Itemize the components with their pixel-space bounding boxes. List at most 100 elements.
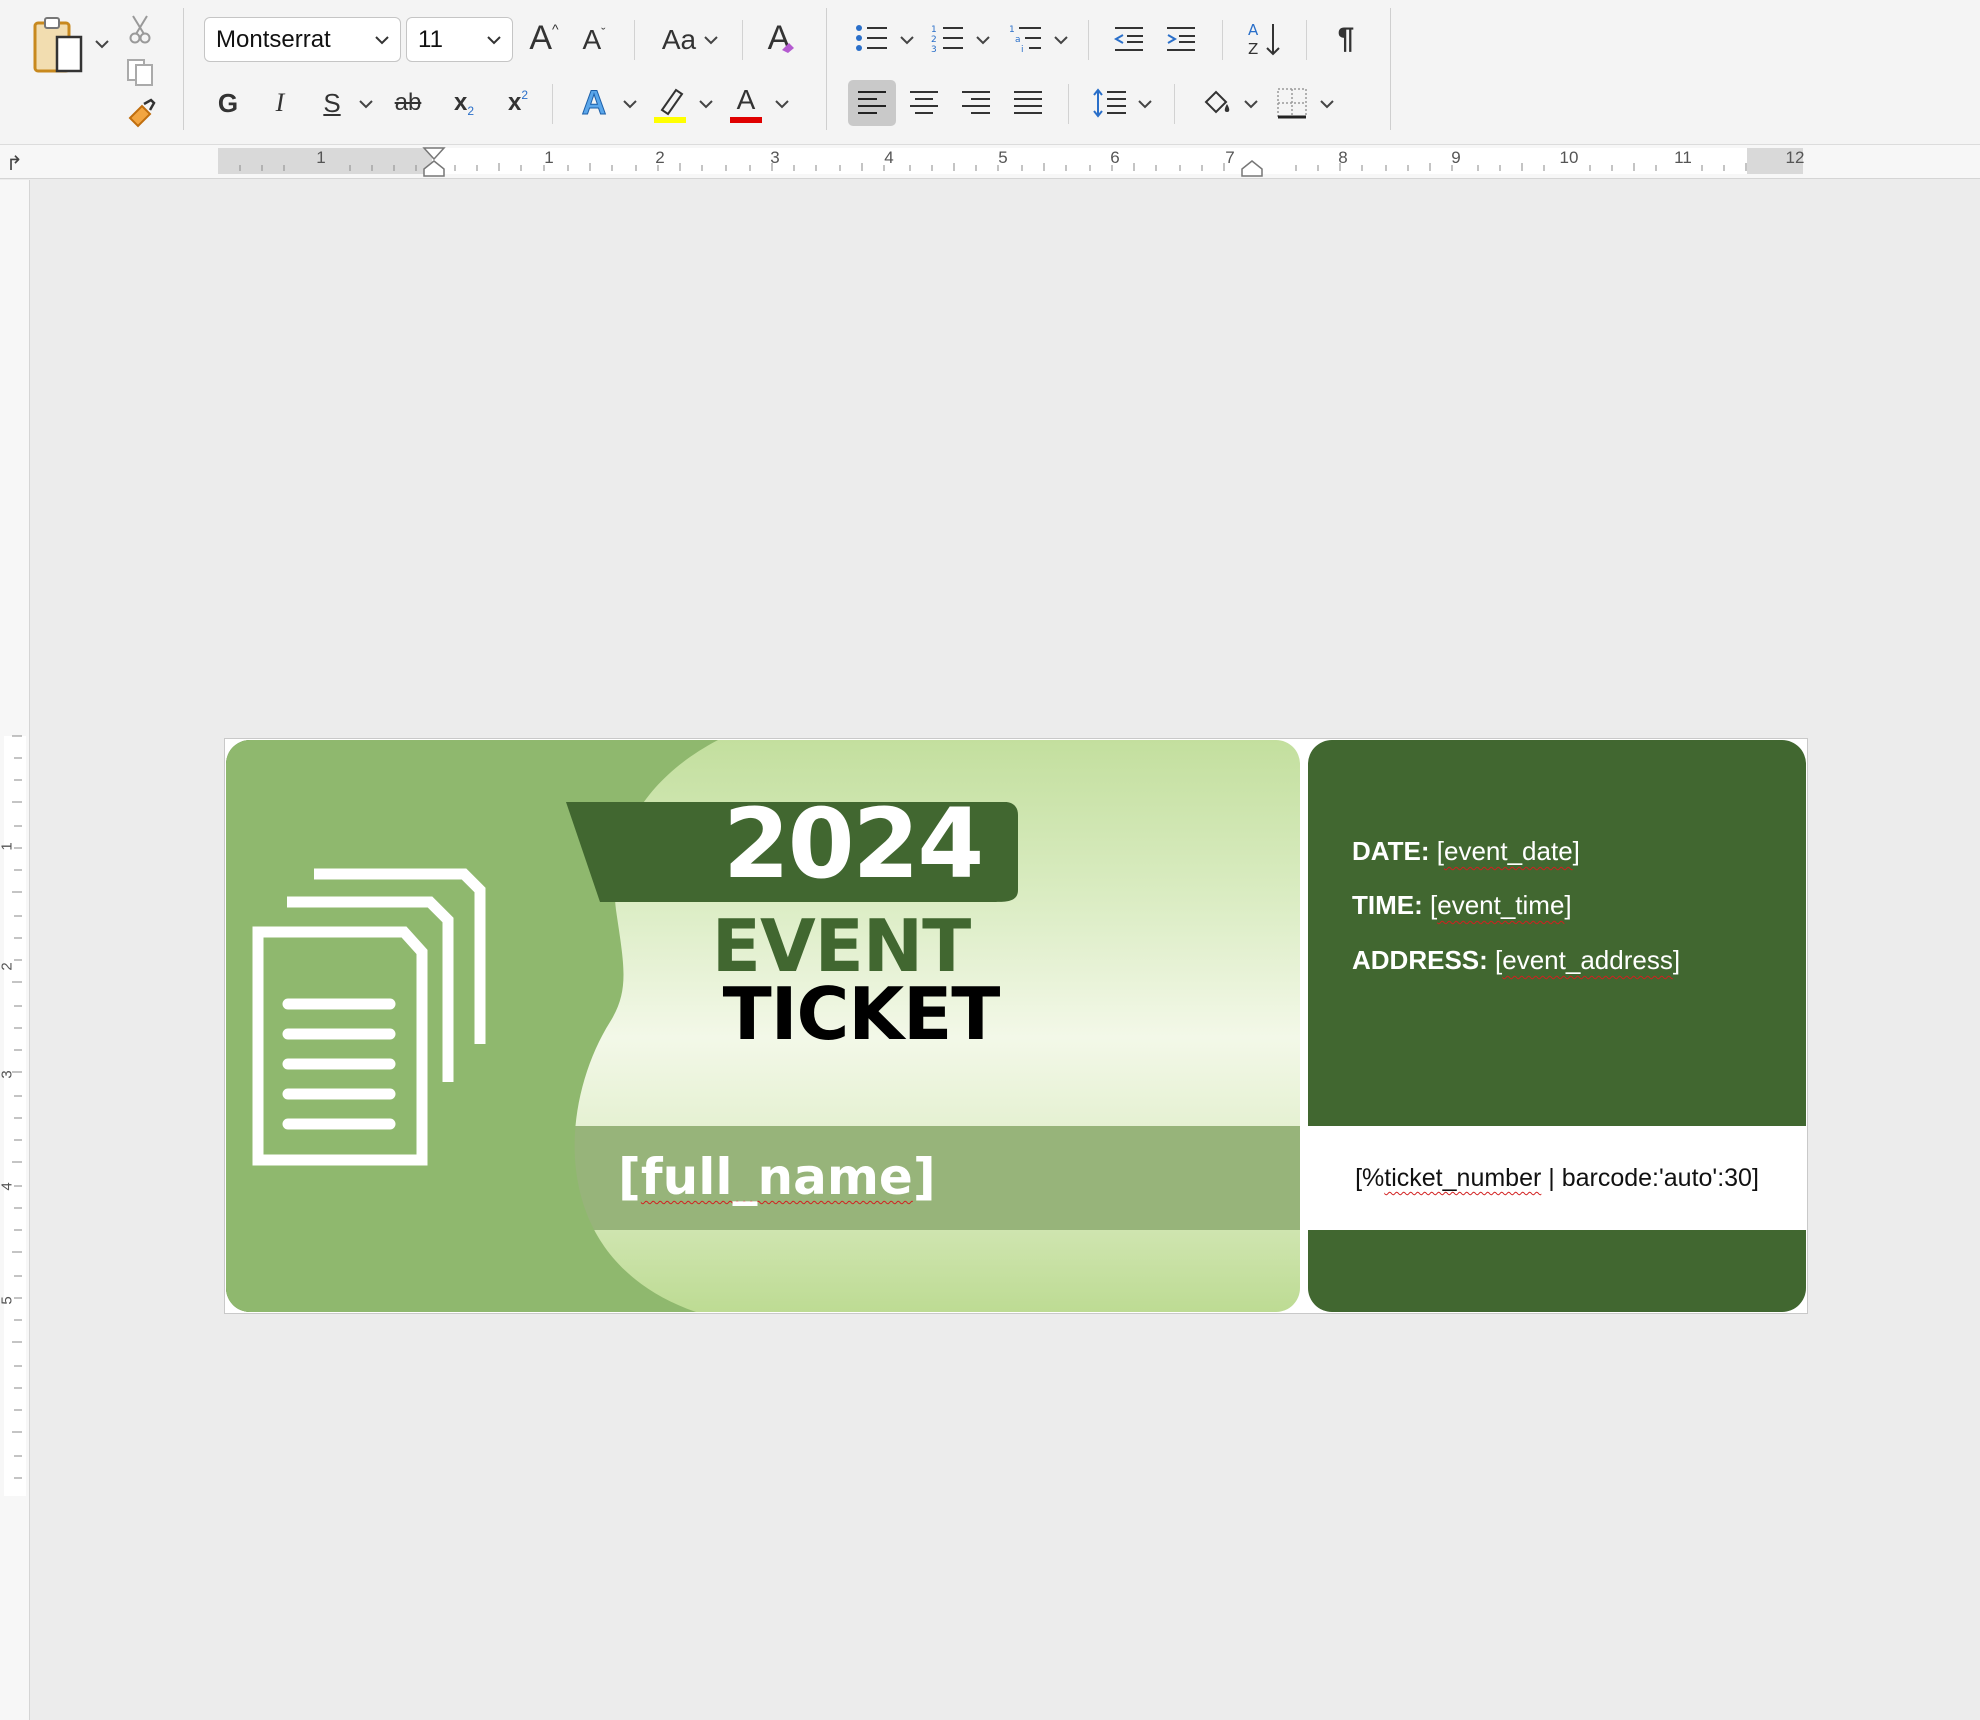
grow-font-icon: A	[529, 19, 553, 57]
clear-formatting-button[interactable]: A	[762, 16, 802, 60]
date-open: [	[1436, 836, 1444, 866]
bold-button[interactable]: G	[212, 84, 244, 122]
justify-button[interactable]	[1008, 80, 1048, 126]
shrink-font-button[interactable]: A ˇ	[576, 20, 612, 60]
align-left-icon	[858, 91, 886, 114]
superscript-button[interactable]: x 2	[500, 84, 536, 122]
sort-button[interactable]: A Z	[1244, 18, 1284, 60]
scissors-icon	[129, 15, 151, 44]
align-right-icon	[962, 91, 990, 114]
vertical-ruler[interactable]: 1 2 3 4 5	[0, 180, 30, 1720]
decrease-indent-icon	[1113, 27, 1143, 51]
chevron-down-icon	[1138, 99, 1152, 108]
bullets-chevron[interactable]	[898, 32, 916, 48]
date-close: ]	[1572, 836, 1580, 866]
vruler-number: 5	[0, 1296, 16, 1305]
chevron-down-icon	[1244, 99, 1258, 108]
multilevel-chevron[interactable]	[1052, 32, 1070, 48]
increase-indent-button[interactable]	[1162, 20, 1200, 58]
underline-options-chevron[interactable]	[356, 96, 376, 112]
italic-button[interactable]: I	[264, 84, 296, 122]
event-date-field: event_date	[1443, 836, 1573, 866]
align-right-button[interactable]	[956, 80, 996, 126]
font-size-select[interactable]: 11	[406, 17, 513, 62]
text-effects-chevron[interactable]	[620, 96, 640, 112]
text-effects-button[interactable]: A	[574, 82, 614, 124]
align-center-button[interactable]	[904, 80, 944, 126]
ruler-number: 10	[1559, 148, 1579, 167]
borders-chevron[interactable]	[1318, 96, 1336, 112]
line-spacing-icon	[1093, 88, 1126, 118]
event-ticket[interactable]: 2024 EVENT TICKET [full_name] DATE: [eve…	[224, 738, 1808, 1314]
numbered-list-icon: 1 2 3	[931, 25, 963, 53]
superscript-mark: 2	[521, 88, 529, 102]
subscript-label: x	[453, 89, 468, 116]
time-close: ]	[1564, 890, 1572, 920]
event-time-line[interactable]: TIME: [event_time]	[1352, 890, 1572, 921]
event-time-field: event_time	[1437, 890, 1565, 920]
format-painter-button[interactable]	[122, 96, 158, 130]
decrease-indent-button[interactable]	[1110, 20, 1148, 58]
justify-icon	[1014, 91, 1042, 114]
multilevel-list-button[interactable]: 1 a i	[1006, 18, 1046, 58]
barcode-placeholder[interactable]: [%ticket_number | barcode:'auto':30]	[1308, 1164, 1806, 1193]
font-color-swatch	[730, 116, 762, 123]
highlight-button[interactable]	[650, 82, 690, 126]
svg-text:i: i	[1021, 45, 1024, 53]
line-spacing-button[interactable]	[1090, 82, 1130, 124]
horizontal-ruler[interactable]: ↱ 1 1 2 3 4 5 6 7 8 9 10 11 12	[0, 145, 1980, 179]
svg-text:1: 1	[931, 25, 937, 35]
cut-button[interactable]	[124, 12, 156, 46]
borders-button[interactable]	[1272, 82, 1312, 124]
underline-button[interactable]: S	[316, 84, 348, 122]
event-address-line[interactable]: ADDRESS: [event_address]	[1352, 945, 1680, 976]
date-label: DATE:	[1352, 836, 1430, 866]
full-name-field: full_name	[640, 1148, 913, 1206]
vruler-number: 2	[0, 962, 16, 971]
chevron-down-icon	[704, 35, 718, 44]
show-formatting-marks-button[interactable]: ¶	[1326, 18, 1366, 60]
bullets-button[interactable]	[852, 18, 892, 58]
svg-text:3: 3	[931, 45, 937, 53]
ribbon-separator	[742, 20, 743, 60]
ribbon-separator	[552, 84, 553, 124]
align-left-button[interactable]	[848, 80, 896, 126]
clipboard-icon	[33, 17, 83, 73]
change-case-button[interactable]: Aa	[656, 20, 724, 60]
shading-chevron[interactable]	[1242, 96, 1260, 112]
highlight-chevron[interactable]	[696, 96, 716, 112]
paint-bucket-icon	[1204, 90, 1230, 114]
address-close: ]	[1672, 945, 1681, 975]
text-effects-label: A	[581, 83, 607, 122]
chevron-down-icon	[900, 35, 914, 44]
numbering-button[interactable]: 1 2 3	[928, 18, 968, 58]
highlight-swatch	[654, 117, 686, 123]
full-name-placeholder[interactable]: [full_name]	[618, 1140, 1018, 1215]
grow-font-button[interactable]: A ^	[524, 16, 564, 60]
bulleted-list-icon	[856, 25, 887, 51]
strikethrough-button[interactable]: ab	[388, 84, 428, 122]
subscript-button[interactable]: x 2	[446, 84, 482, 122]
format-painter-icon	[128, 98, 156, 128]
font-color-label: A	[736, 83, 756, 115]
font-name-select[interactable]: Montserrat	[204, 17, 401, 62]
font-color-chevron[interactable]	[772, 96, 792, 112]
copy-icon	[127, 59, 153, 86]
line-spacing-chevron[interactable]	[1136, 96, 1154, 112]
ruler-number: 7	[1225, 148, 1235, 167]
time-label: TIME:	[1352, 890, 1423, 920]
numbering-chevron[interactable]	[974, 32, 992, 48]
copy-button[interactable]	[122, 56, 158, 88]
event-date-line[interactable]: DATE: [event_date]	[1352, 836, 1580, 867]
address-label: ADDRESS:	[1352, 945, 1488, 975]
font-color-button[interactable]: A	[728, 82, 764, 126]
svg-text:2: 2	[931, 35, 937, 45]
svg-text:A: A	[1248, 21, 1259, 39]
paste-options-chevron[interactable]	[92, 34, 112, 54]
chevron-down-icon	[623, 99, 637, 108]
paste-button[interactable]	[28, 14, 90, 78]
italic-label: I	[275, 88, 285, 117]
ribbon-separator	[634, 20, 635, 60]
shading-button[interactable]	[1196, 82, 1236, 124]
ticket-title-ticket: TICKET	[722, 972, 1001, 1056]
